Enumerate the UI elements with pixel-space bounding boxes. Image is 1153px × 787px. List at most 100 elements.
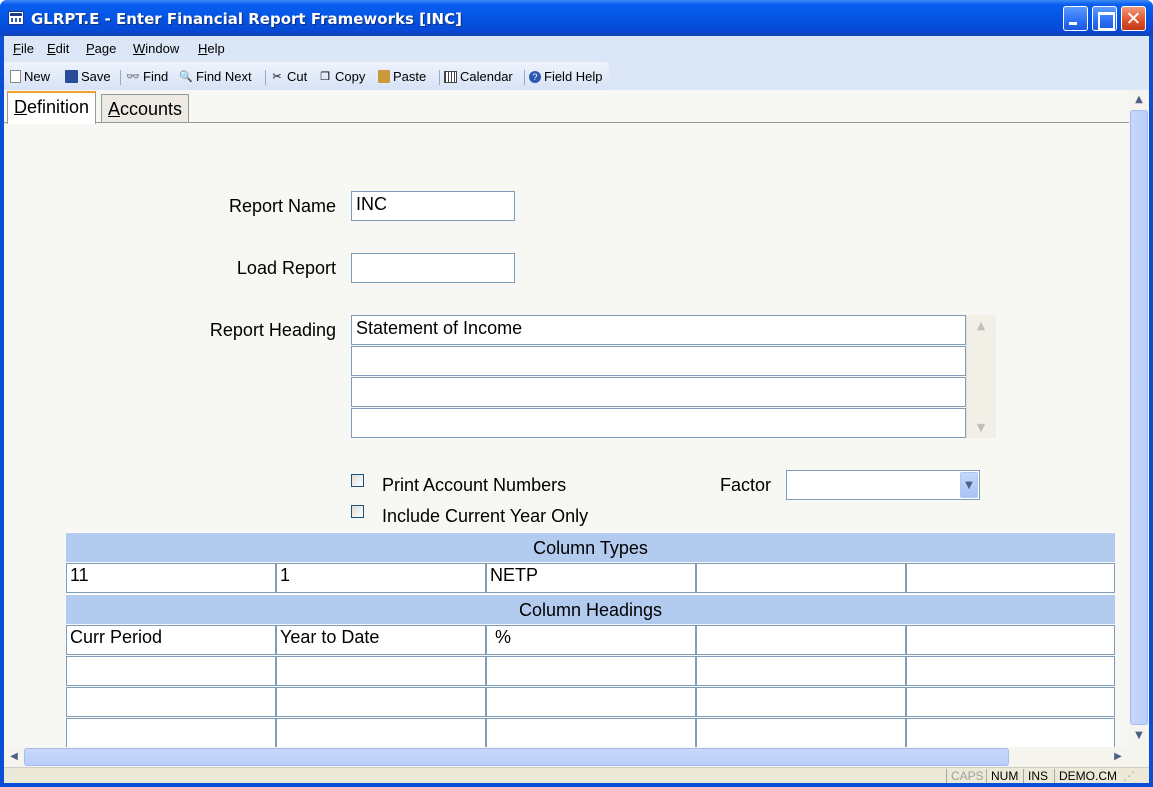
save-button[interactable]: Save	[65, 68, 111, 85]
include-current-year-label: Include Current Year Only	[382, 506, 589, 526]
column-heading-cell[interactable]	[906, 656, 1115, 686]
column-headings-header: Column Headings	[66, 594, 1115, 624]
scroll-down-icon[interactable]: ▼	[1130, 727, 1148, 745]
tab-strip: Accounts Definition	[4, 90, 1129, 124]
column-heading-cell[interactable]	[66, 656, 276, 686]
column-heading-cell[interactable]	[276, 718, 486, 748]
menu-file[interactable]: File	[13, 41, 34, 56]
load-report-label: Load Report	[236, 258, 336, 278]
include-current-year-checkbox[interactable]	[351, 505, 364, 518]
column-heading-cell[interactable]: Curr Period	[66, 625, 276, 655]
toolbar: New Save 👓 Find 🔍 Find Next ✂ Cut ❐ Copy…	[4, 62, 609, 90]
scroll-up-icon[interactable]: ▲	[1130, 91, 1148, 109]
scissors-icon: ✂	[272, 70, 282, 83]
report-heading-line-3[interactable]	[351, 377, 966, 407]
menu-page[interactable]: Page	[86, 41, 116, 56]
find-next-button[interactable]: 🔍 Find Next	[179, 68, 252, 85]
toolbar-separator	[524, 70, 525, 85]
load-report-field[interactable]	[351, 253, 515, 283]
column-heading-cell[interactable]	[696, 625, 906, 655]
copy-icon: ❐	[320, 70, 330, 83]
column-heading-cell[interactable]: Year to Date	[276, 625, 486, 655]
column-type-cell[interactable]: 1	[276, 563, 486, 593]
column-type-cell[interactable]: NETP	[486, 563, 696, 593]
report-heading-label: Report Heading	[209, 320, 336, 340]
title-bar[interactable]: GLRPT.E - Enter Financial Report Framewo…	[0, 0, 1153, 36]
help-icon: ?	[529, 70, 541, 83]
status-bar: CAPS NUM INS DEMO.CM ⋰	[4, 767, 1149, 783]
calendar-icon	[444, 70, 457, 83]
column-type-cell[interactable]	[906, 563, 1115, 593]
column-heading-cell[interactable]	[486, 656, 696, 686]
paste-button[interactable]: Paste	[378, 68, 426, 85]
report-heading-line-4[interactable]	[351, 408, 966, 438]
clipboard-icon	[378, 70, 390, 83]
close-icon: ✕	[1125, 8, 1142, 30]
app-icon[interactable]	[8, 11, 24, 25]
toolbar-separator	[265, 70, 266, 85]
new-document-icon	[10, 70, 21, 83]
column-heading-cell[interactable]	[276, 687, 486, 717]
maximize-button[interactable]	[1092, 6, 1117, 31]
report-name-field[interactable]: INC	[351, 191, 515, 221]
chevron-down-icon[interactable]: ▼	[960, 472, 978, 498]
factor-select[interactable]: ▼	[786, 470, 980, 500]
cut-button[interactable]: ✂ Cut	[270, 68, 307, 85]
column-heading-cell[interactable]: %	[486, 625, 696, 655]
new-button[interactable]: New	[10, 68, 50, 85]
print-account-numbers-checkbox[interactable]	[351, 474, 364, 487]
find-next-icon: 🔍	[179, 70, 193, 83]
toolbar-separator	[120, 70, 121, 85]
vertical-scroll-thumb[interactable]	[1130, 110, 1148, 725]
column-type-cell[interactable]: 11	[66, 563, 276, 593]
column-types-header: Column Types	[66, 532, 1115, 562]
find-button[interactable]: 👓 Find	[126, 68, 168, 85]
scroll-right-icon[interactable]: ▶	[1109, 748, 1127, 766]
application-window: GLRPT.E - Enter Financial Report Framewo…	[0, 0, 1153, 787]
column-heading-cell[interactable]	[486, 718, 696, 748]
report-heading-line-1[interactable]: Statement of Income	[351, 315, 966, 345]
column-heading-cell[interactable]	[906, 687, 1115, 717]
column-heading-cell[interactable]	[276, 656, 486, 686]
field-help-button[interactable]: ? Field Help	[529, 68, 603, 85]
report-heading-line-2[interactable]	[351, 346, 966, 376]
minimize-button[interactable]	[1063, 6, 1088, 31]
factor-label: Factor	[719, 475, 771, 495]
print-account-numbers-label: Print Account Numbers	[382, 475, 567, 495]
heading-scrollbar[interactable]: ▲ ▼	[966, 315, 996, 438]
column-heading-cell[interactable]	[696, 718, 906, 748]
menu-edit[interactable]: Edit	[47, 41, 69, 56]
tab-definition[interactable]: Definition	[7, 91, 97, 124]
column-heading-cell[interactable]	[66, 687, 276, 717]
copy-button[interactable]: ❐ Copy	[318, 68, 365, 85]
window-horizontal-scrollbar[interactable]: ◀ ▶	[4, 747, 1129, 767]
binoculars-icon: 👓	[126, 70, 140, 83]
calendar-button[interactable]: Calendar	[444, 68, 513, 85]
close-button[interactable]: ✕	[1121, 6, 1146, 31]
column-type-cell[interactable]	[696, 563, 906, 593]
form-content: Accounts Definition Report Name INC Load…	[4, 90, 1129, 775]
floppy-disk-icon	[65, 70, 78, 83]
column-heading-cell[interactable]	[906, 625, 1115, 655]
scroll-down-icon[interactable]: ▼	[970, 419, 992, 436]
column-heading-cell[interactable]	[696, 656, 906, 686]
window-vertical-scrollbar[interactable]: ▲ ▼	[1129, 90, 1149, 747]
menu-help[interactable]: Help	[198, 41, 225, 56]
scroll-up-icon[interactable]: ▲	[970, 317, 992, 334]
scrollbar-corner	[1129, 747, 1149, 767]
window-title: GLRPT.E - Enter Financial Report Framewo…	[31, 10, 462, 28]
caps-indicator: CAPS	[946, 769, 984, 783]
menu-bar: File Edit Page Window Help	[4, 36, 1149, 62]
report-name-label: Report Name	[228, 196, 336, 216]
horizontal-scroll-thumb[interactable]	[24, 748, 1009, 766]
column-heading-cell[interactable]	[66, 718, 276, 748]
column-heading-cell[interactable]	[486, 687, 696, 717]
resize-grip-icon[interactable]: ⋰	[1119, 769, 1135, 783]
num-indicator: NUM	[986, 769, 1018, 783]
scroll-left-icon[interactable]: ◀	[5, 748, 23, 766]
menu-window[interactable]: Window	[133, 41, 179, 56]
ins-indicator: INS	[1023, 769, 1048, 783]
column-heading-cell[interactable]	[906, 718, 1115, 748]
tab-accounts[interactable]: Accounts	[101, 94, 190, 122]
column-heading-cell[interactable]	[696, 687, 906, 717]
